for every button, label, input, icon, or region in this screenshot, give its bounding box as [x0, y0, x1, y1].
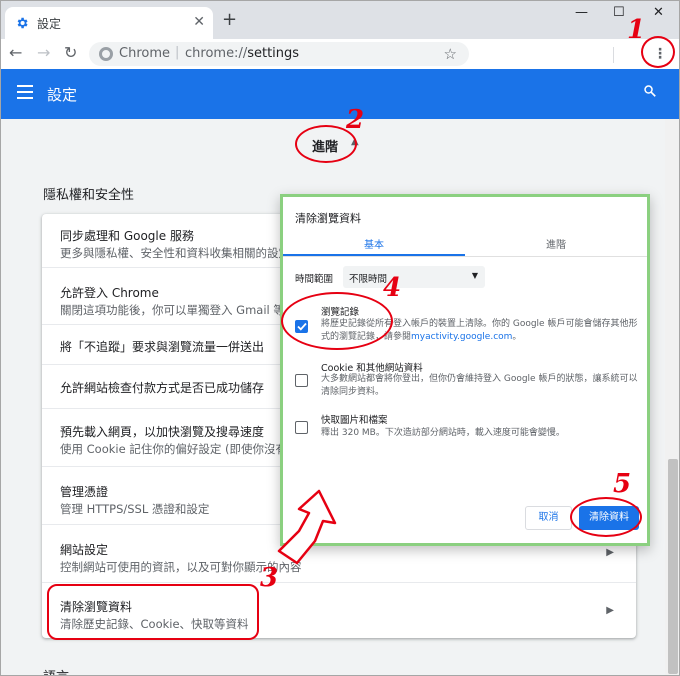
chevron-right-icon: ▶ — [606, 605, 614, 616]
toolbar-divider — [613, 47, 614, 63]
active-tab-indicator — [283, 254, 465, 256]
row-title: 允許網站檢查付款方式是否已成功儲存 — [60, 381, 265, 395]
tab-close-icon[interactable]: ✕ — [193, 14, 205, 30]
back-button[interactable]: ← — [9, 43, 22, 62]
option-title: 快取圖片和檔案 — [321, 415, 388, 426]
row-title: 將「不追蹤」要求與瀏覽流量一併送出 — [60, 340, 265, 354]
time-range-select[interactable]: 不限時間 ▼ — [343, 266, 485, 288]
chevron-right-icon: ▶ — [606, 547, 614, 558]
new-tab-button[interactable]: + — [222, 11, 237, 29]
highlight-ring-menu — [641, 36, 675, 68]
option-description: 釋出 320 MB。下次造訪部分網站時，載入速度可能會變慢。 — [321, 428, 565, 438]
gear-icon — [15, 16, 29, 30]
browser-window: 設定 ✕ + — ☐ ✕ ← → ↻ Chrome | chrome://set… — [0, 0, 680, 676]
chrome-icon — [99, 47, 113, 61]
option-desc-end: 。 — [512, 332, 522, 342]
address-bar[interactable]: Chrome | chrome://settings ☆ — [89, 42, 469, 66]
step-number-5: 5 — [613, 469, 632, 499]
reload-button[interactable]: ↻ — [64, 43, 77, 62]
tab-title: 設定 — [37, 17, 62, 31]
chevron-down-icon: ▼ — [471, 271, 478, 280]
dialog-title: 清除瀏覽資料 — [295, 212, 361, 225]
close-window-button[interactable]: ✕ — [653, 5, 664, 20]
settings-header: 設定 — [1, 69, 679, 119]
highlight-box-clear-browsing-data — [47, 584, 259, 640]
row-title: 允許登入 Chrome — [60, 286, 159, 300]
row-title: 預先載入網頁，以加快瀏覽及搜尋速度 — [60, 425, 265, 439]
forward-button[interactable]: → — [37, 43, 50, 62]
time-range-label: 時間範圍 — [295, 274, 334, 285]
highlight-ring-advanced — [295, 125, 357, 163]
page-title: 設定 — [47, 86, 78, 104]
section-title-privacy: 隱私權和安全性 — [43, 188, 135, 203]
url-scheme: chrome:// — [185, 46, 248, 61]
tab-divider — [283, 256, 647, 257]
highlight-ring-clear-button — [570, 497, 642, 537]
tab-settings[interactable]: 設定 ✕ — [5, 7, 213, 39]
row-subtitle: 使用 Cookie 記住你的偏好設定 (即使你沒有 — [60, 442, 287, 456]
row-subtitle: 更多與隱私權、安全性和資料收集相關的設定 — [60, 246, 290, 260]
omnibox-host-label: Chrome — [119, 46, 170, 61]
section-title-languages: 語言 — [43, 666, 69, 675]
checkbox-cache[interactable] — [295, 421, 308, 434]
minimize-button[interactable]: — — [575, 5, 588, 20]
step-number-4: 4 — [383, 273, 402, 303]
checkbox-cookies[interactable] — [295, 374, 308, 387]
tab-strip: 設定 ✕ + — ☐ ✕ — [1, 1, 679, 39]
myactivity-link[interactable]: myactivity.google.com — [411, 332, 512, 342]
pointer-arrow-icon — [277, 489, 337, 565]
search-icon[interactable] — [643, 83, 657, 97]
row-subtitle: 關閉這項功能後，你可以單獨登入 Gmail 等 — [60, 303, 285, 317]
step-number-1: 1 — [627, 15, 646, 45]
row-title: 網站設定 — [60, 543, 109, 557]
url-path: settings — [247, 46, 300, 61]
scrollbar-thumb[interactable] — [668, 459, 678, 674]
omnibox-url: chrome://settings — [185, 46, 299, 61]
browser-toolbar: ← → ↻ Chrome | chrome://settings ☆ ⋮ — [1, 39, 679, 69]
bookmark-star-icon[interactable]: ☆ — [444, 45, 457, 63]
row-subtitle: 管理 HTTPS/SSL 憑證和設定 — [60, 502, 210, 516]
page-scrollbar[interactable] — [665, 119, 679, 675]
time-range-value: 不限時間 — [349, 274, 388, 285]
cancel-button[interactable]: 取消 — [525, 506, 572, 530]
tab-advanced[interactable]: 進階 — [465, 236, 647, 251]
tab-basic[interactable]: 基本 — [283, 236, 465, 251]
row-title: 同步處理和 Google 服務 — [60, 229, 194, 243]
option-description: 大多數網站都會將你登出，但你仍會維持登入 Google 帳戶的狀態，讓系統可以清… — [321, 374, 638, 397]
menu-hamburger-icon[interactable] — [17, 85, 33, 99]
highlight-ring-browsing-history — [281, 292, 393, 350]
maximize-button[interactable]: ☐ — [613, 5, 625, 20]
omnibox-separator: | — [175, 45, 180, 60]
row-title: 管理憑證 — [60, 485, 109, 499]
step-number-3: 3 — [260, 563, 279, 593]
option-title: Cookie 和其他網站資料 — [321, 363, 423, 374]
